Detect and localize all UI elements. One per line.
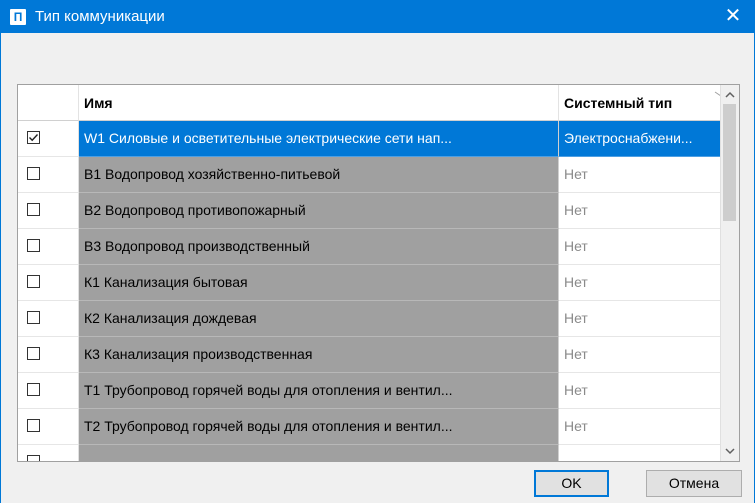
table-row[interactable]: В2 Водопровод противопожарный Нет — [18, 193, 720, 229]
cancel-button[interactable]: Отмена — [646, 470, 742, 497]
row-checkbox-cell[interactable] — [18, 373, 79, 409]
table-row[interactable]: К1 Канализация бытовая Нет — [18, 265, 720, 301]
row-checkbox-cell[interactable] — [18, 193, 79, 229]
row-system-type-cell[interactable]: Нет — [559, 193, 720, 229]
scroll-up-arrow-icon[interactable] — [721, 86, 739, 103]
row-checkbox-cell[interactable] — [18, 445, 79, 461]
row-checkbox-cell[interactable] — [18, 337, 79, 373]
row-name-cell[interactable]: Т1 Трубопровод горячей воды для отоплени… — [79, 373, 559, 409]
row-name-cell[interactable]: К2 Канализация дождевая — [79, 301, 559, 337]
row-system-type-cell[interactable]: Нет — [559, 301, 720, 337]
table-row[interactable]: Т1 Трубопровод горячей воды для отоплени… — [18, 373, 720, 409]
scroll-down-arrow-icon[interactable] — [721, 443, 739, 460]
row-system-type-cell[interactable]: Электроснабжени... — [559, 121, 720, 157]
row-name-cell[interactable]: К3 Канализация производственная — [79, 337, 559, 373]
row-checkbox-cell[interactable] — [18, 301, 79, 337]
row-system-type-cell[interactable]: Нет — [559, 373, 720, 409]
checkbox[interactable] — [27, 419, 40, 432]
window-title: Тип коммуникации — [35, 8, 165, 25]
table-row[interactable]: В3 Водопровод производственный Нет — [18, 229, 720, 265]
row-name-cell[interactable]: В2 Водопровод противопожарный — [79, 193, 559, 229]
checkbox[interactable] — [27, 311, 40, 324]
row-name-cell[interactable]: К1 Канализация бытовая — [79, 265, 559, 301]
table-row[interactable]: Т2 Трубопровод горячей воды для отоплени… — [18, 409, 720, 445]
row-name-cell[interactable]: Т2 Трубопровод горячей воды для отоплени… — [79, 409, 559, 445]
row-name-cell[interactable]: В3 Водопровод производственный — [79, 229, 559, 265]
ok-button[interactable]: OK — [534, 470, 609, 497]
table-row[interactable]: К2 Канализация дождевая Нет — [18, 301, 720, 337]
checkbox[interactable] — [27, 275, 40, 288]
checkbox[interactable] — [27, 167, 40, 180]
row-name-cell[interactable]: W1 Силовые и осветительные электрические… — [79, 121, 559, 157]
row-checkbox-cell[interactable] — [18, 229, 79, 265]
row-checkbox-cell[interactable] — [18, 121, 79, 157]
checkbox[interactable] — [27, 131, 40, 144]
row-checkbox-cell[interactable] — [18, 157, 79, 193]
checkbox[interactable] — [27, 203, 40, 216]
row-system-type-cell[interactable]: Нет — [559, 265, 720, 301]
title-bar[interactable]: П Тип коммуникации ✕ — [1, 0, 755, 33]
app-icon: П — [10, 9, 26, 25]
table-row[interactable]: В1 Водопровод хозяйственно-питьевой Нет — [18, 157, 720, 193]
row-name-cell[interactable] — [79, 445, 559, 461]
checkbox[interactable] — [27, 239, 40, 252]
communication-type-grid: Имя Системный тип W1 Силовые и осветител… — [17, 84, 740, 462]
row-name-cell[interactable]: В1 Водопровод хозяйственно-питьевой — [79, 157, 559, 193]
row-system-type-cell[interactable]: Нет — [559, 229, 720, 265]
row-checkbox-cell[interactable] — [18, 409, 79, 445]
checkmark-icon — [29, 134, 39, 142]
table-row[interactable]: W1 Силовые и осветительные электрические… — [18, 121, 720, 157]
header-check-column[interactable] — [18, 85, 79, 121]
dialog-window: П Тип коммуникации ✕ Имя Системный тип W… — [0, 0, 755, 503]
row-system-type-cell[interactable]: Нет — [559, 157, 720, 193]
checkbox[interactable] — [27, 455, 40, 461]
table-row[interactable]: К3 Канализация производственная Нет — [18, 337, 720, 373]
row-checkbox-cell[interactable] — [18, 265, 79, 301]
row-system-type-cell[interactable] — [559, 445, 720, 461]
row-system-type-cell[interactable]: Нет — [559, 409, 720, 445]
header-name-column[interactable]: Имя — [79, 85, 559, 121]
vertical-scrollbar[interactable] — [720, 85, 739, 461]
checkbox[interactable] — [27, 383, 40, 396]
header-system-type-column[interactable]: Системный тип — [559, 85, 720, 121]
table-row[interactable] — [18, 445, 720, 461]
row-system-type-cell[interactable]: Нет — [559, 337, 720, 373]
checkbox[interactable] — [27, 347, 40, 360]
close-button[interactable]: ✕ — [710, 0, 755, 33]
scroll-thumb[interactable] — [723, 104, 736, 221]
